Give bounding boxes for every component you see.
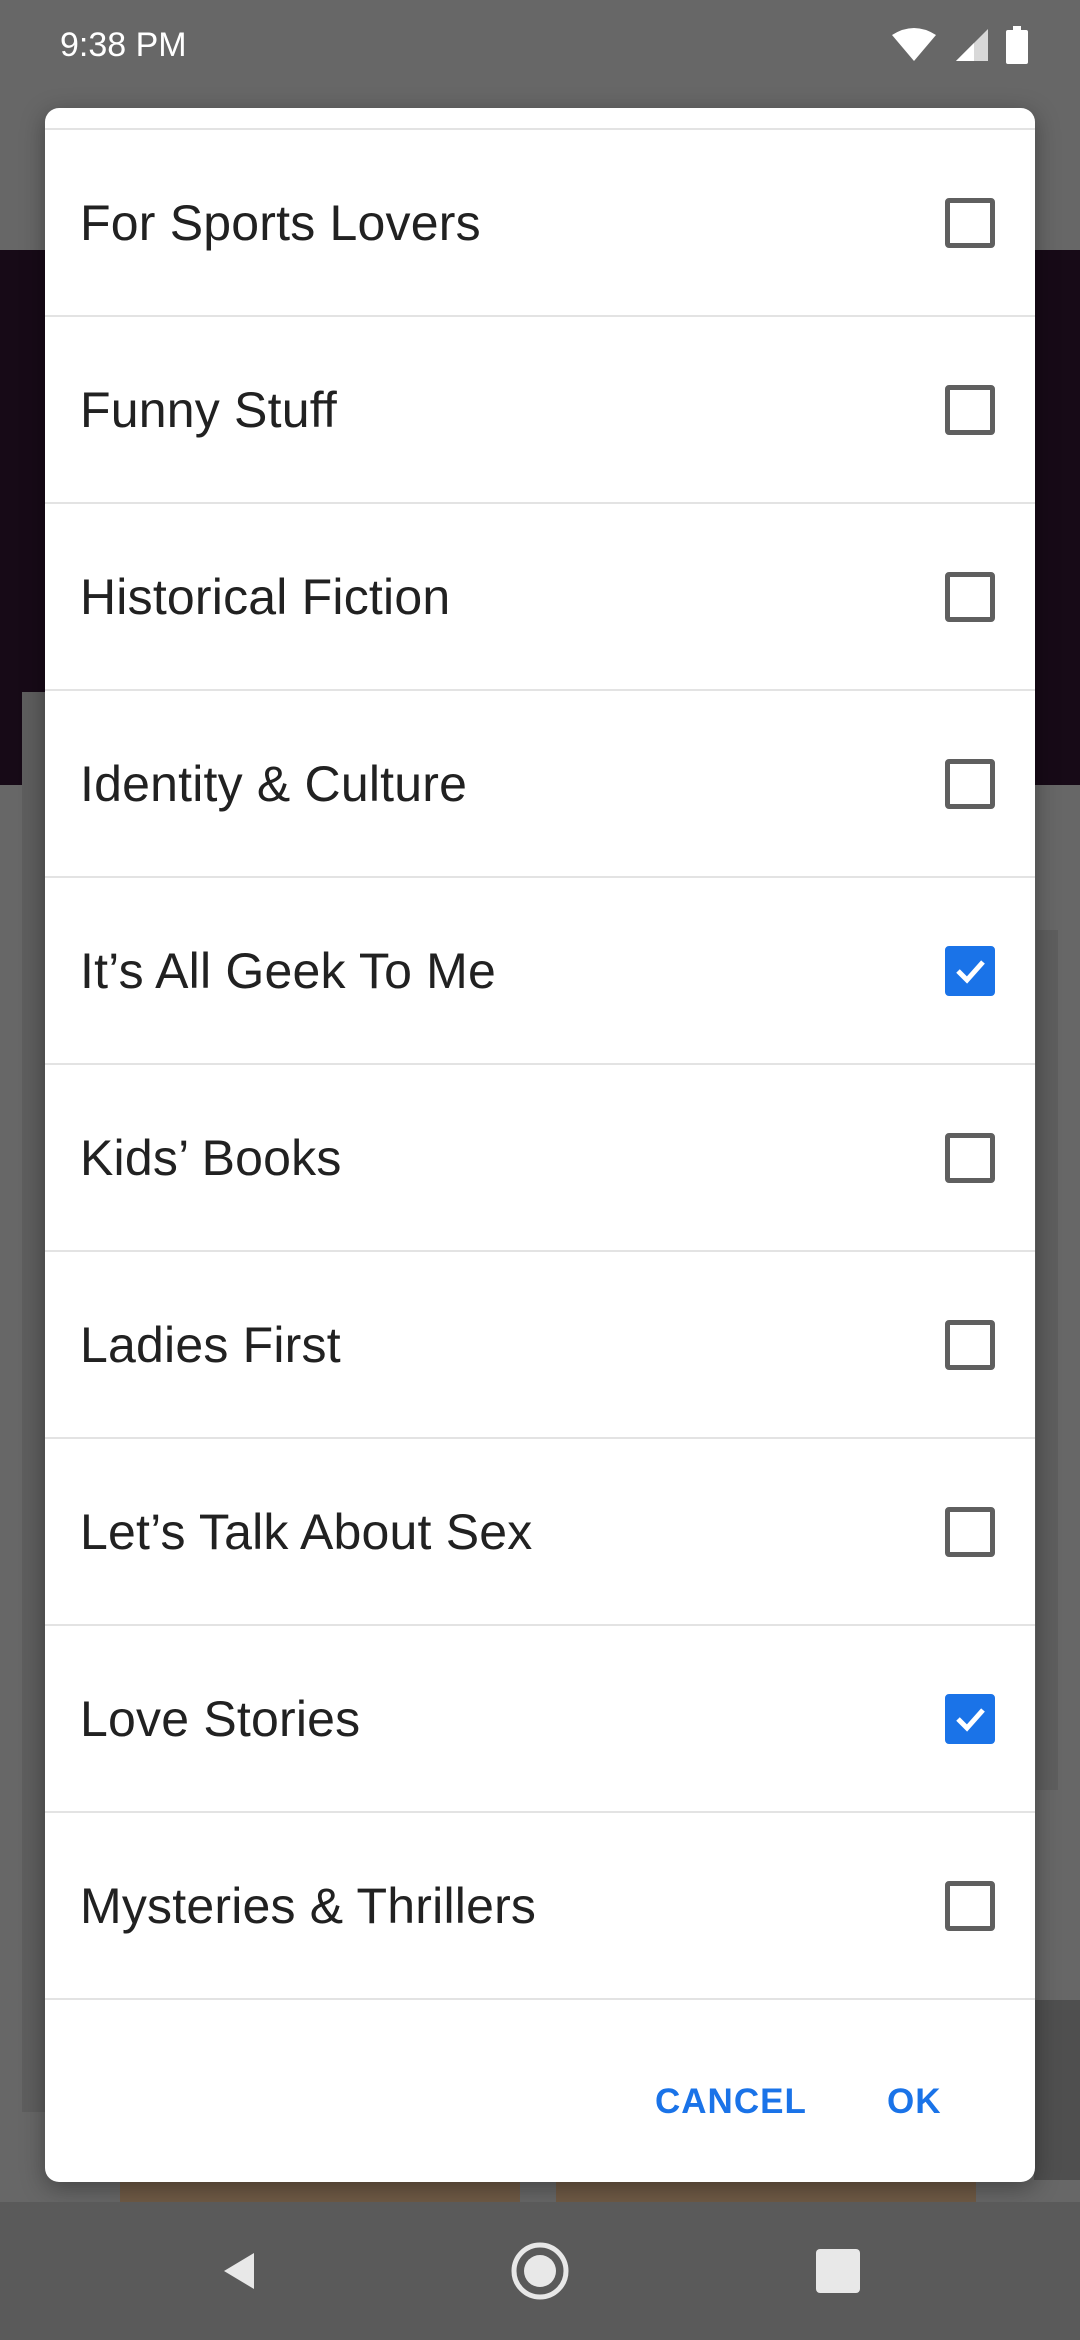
check-icon xyxy=(956,1707,985,1732)
cancel-button[interactable]: CANCEL xyxy=(655,2072,807,2132)
status-icons xyxy=(890,24,1028,66)
background-thumbnail xyxy=(556,2180,976,2202)
option-list[interactable]: For Sports Lovers Funny Stuff Historical… xyxy=(45,128,1035,2000)
option-row[interactable]: It’s All Geek To Me xyxy=(45,878,1035,1065)
option-label: Kids’ Books xyxy=(80,1129,342,1186)
option-checkbox[interactable] xyxy=(945,571,995,622)
category-choice-dialog: For Sports Lovers Funny Stuff Historical… xyxy=(45,108,1035,2182)
recents-icon[interactable] xyxy=(808,2241,868,2301)
option-checkbox[interactable] xyxy=(945,1506,995,1557)
option-row[interactable]: Funny Stuff xyxy=(45,317,1035,504)
background-card-edge xyxy=(1034,2000,1080,2180)
navigation-bar xyxy=(0,2202,1080,2340)
status-time: 9:38 PM xyxy=(60,26,187,64)
status-bar: 9:38 PM xyxy=(0,0,1080,90)
battery-icon xyxy=(1006,26,1028,64)
option-row[interactable]: Ladies First xyxy=(45,1252,1035,1439)
option-label: It’s All Geek To Me xyxy=(80,942,497,999)
background-thumbnail xyxy=(120,2180,520,2202)
home-icon[interactable] xyxy=(510,2241,570,2301)
option-checkbox[interactable] xyxy=(945,1693,995,1744)
ok-button[interactable]: OK xyxy=(887,2072,942,2132)
option-label: Identity & Culture xyxy=(80,755,468,812)
option-checkbox[interactable] xyxy=(945,384,995,435)
background-card xyxy=(1036,930,1058,1790)
option-label: Funny Stuff xyxy=(80,381,337,438)
dialog-actions: CANCEL OK xyxy=(45,2022,1035,2182)
option-row[interactable]: Identity & Culture xyxy=(45,691,1035,878)
option-label: Let’s Talk About Sex xyxy=(80,1503,533,1560)
option-row[interactable]: Historical Fiction xyxy=(45,504,1035,691)
wifi-icon xyxy=(892,28,936,61)
option-checkbox[interactable] xyxy=(945,758,995,809)
option-label: Love Stories xyxy=(80,1690,361,1747)
option-label: Historical Fiction xyxy=(80,568,451,625)
option-checkbox[interactable] xyxy=(945,1132,995,1183)
signal-icon xyxy=(956,29,988,61)
option-checkbox[interactable] xyxy=(945,1319,995,1370)
check-icon xyxy=(956,959,985,984)
back-icon[interactable] xyxy=(210,2241,270,2301)
background-card xyxy=(22,692,46,2112)
option-row[interactable]: For Sports Lovers xyxy=(45,130,1035,317)
option-checkbox[interactable] xyxy=(945,945,995,996)
option-label: Ladies First xyxy=(80,1316,341,1373)
option-row[interactable]: Let’s Talk About Sex xyxy=(45,1439,1035,1626)
option-row[interactable]: Love Stories xyxy=(45,1626,1035,1813)
option-label: For Sports Lovers xyxy=(80,194,481,251)
option-label: Mysteries & Thrillers xyxy=(80,1877,537,1934)
option-checkbox[interactable] xyxy=(945,197,995,248)
option-row[interactable]: Kids’ Books xyxy=(45,1065,1035,1252)
option-checkbox[interactable] xyxy=(945,1880,995,1931)
option-row[interactable]: Mysteries & Thrillers xyxy=(45,1813,1035,2000)
